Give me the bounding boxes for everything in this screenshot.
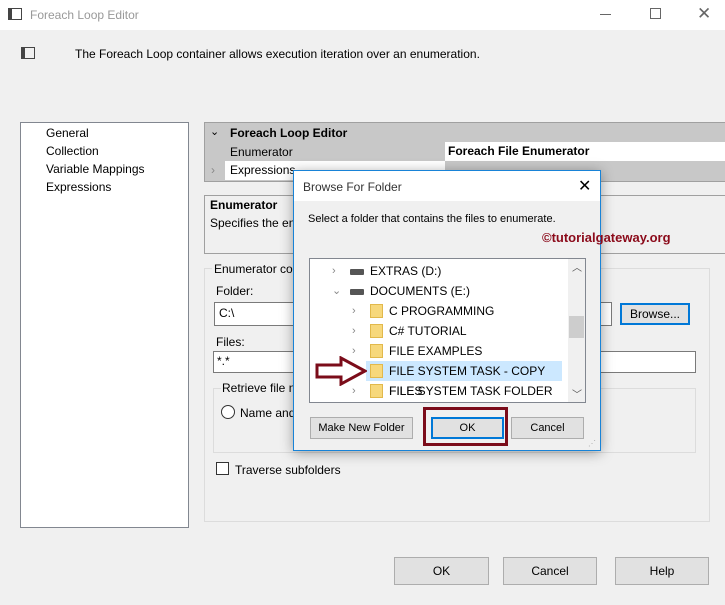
- chevron-right-icon: ›: [352, 325, 356, 337]
- dialog-prompt: Select a folder that contains the files …: [308, 213, 556, 225]
- drive-icon: [350, 289, 364, 295]
- tree-label: DOCUMENTS (E:): [370, 284, 470, 298]
- dialog-close-icon[interactable]: ✕: [578, 176, 591, 196]
- ok-highlight-box: [423, 407, 508, 446]
- pointer-arrow-icon: [315, 356, 367, 386]
- chevron-right-icon: ›: [332, 265, 336, 277]
- sidebar-item-variable-mappings[interactable]: Variable Mappings: [46, 162, 145, 176]
- tree-item-extras[interactable]: › EXTRAS (D:): [310, 261, 566, 281]
- folder-icon: [370, 364, 383, 378]
- dialog-cancel-button[interactable]: Cancel: [511, 417, 584, 439]
- tree-label: C# TUTORIAL: [389, 324, 467, 338]
- tree-item-c-programming[interactable]: › C PROGRAMMING: [310, 301, 566, 321]
- scroll-down-icon[interactable]: ﹀: [572, 386, 582, 401]
- files-label: Files:: [216, 335, 245, 349]
- resize-grip-icon[interactable]: ⋰: [588, 439, 596, 448]
- sidebar-item-collection[interactable]: Collection: [46, 144, 99, 158]
- tree-label: FILE EXAMPLES: [389, 344, 483, 358]
- watermark: ©tutorialgateway.org: [542, 230, 671, 245]
- tree-item-c-sharp-tutorial[interactable]: › C# TUTORIAL: [310, 321, 566, 341]
- chevron-down-icon: ⌄: [332, 285, 342, 297]
- tree-label: C PROGRAMMING: [389, 304, 495, 318]
- retrieve-label: Retrieve file n: [221, 381, 297, 395]
- tree-label: EXTRAS (D:): [370, 264, 442, 278]
- help-title: Enumerator: [210, 198, 278, 212]
- dialog-title-bar: Browse For Folder ✕: [294, 171, 600, 201]
- collapse-icon[interactable]: ⌄: [210, 125, 219, 138]
- grid-header: Foreach Loop Editor: [230, 126, 348, 140]
- ok-button[interactable]: OK: [394, 557, 489, 585]
- scroll-up-icon[interactable]: ︿: [572, 259, 582, 274]
- property-name-enumerator: Enumerator: [230, 145, 293, 159]
- tree-item-documents[interactable]: ⌄ DOCUMENTS (E:): [310, 281, 566, 301]
- scroll-thumb[interactable]: [569, 316, 584, 338]
- chevron-right-icon: ›: [352, 305, 356, 317]
- radio-label: Name and: [240, 406, 296, 420]
- folder-label: Folder:: [216, 284, 254, 298]
- traverse-checkbox[interactable]: [216, 462, 229, 475]
- tree-label: FILE SYSTEM TASK FOLDER: [389, 384, 553, 398]
- help-button[interactable]: Help: [615, 557, 709, 585]
- traverse-label: Traverse subfolders: [235, 463, 341, 477]
- help-text: Specifies the en: [210, 216, 296, 230]
- app-icon: [8, 8, 22, 20]
- folder-icon: [370, 324, 383, 338]
- title-bar: Foreach Loop Editor ✕: [0, 0, 725, 30]
- folder-icon: [370, 344, 383, 358]
- close-button[interactable]: ✕: [697, 4, 711, 24]
- property-value-enumerator[interactable]: Foreach File Enumerator: [445, 142, 725, 161]
- maximize-button[interactable]: [650, 8, 661, 19]
- name-radio[interactable]: [221, 405, 235, 419]
- group-label: Enumerator co: [212, 262, 295, 276]
- folder-icon: [370, 304, 383, 318]
- sidebar-item-expressions[interactable]: Expressions: [46, 180, 111, 194]
- minimize-button[interactable]: [600, 14, 611, 15]
- expand-icon[interactable]: ›: [211, 163, 215, 177]
- sidebar: General Collection Variable Mappings Exp…: [20, 122, 189, 528]
- browse-button[interactable]: Browse...: [620, 303, 690, 325]
- folder-icon: [370, 384, 383, 398]
- container-icon: [21, 47, 35, 59]
- tree-scrollbar[interactable]: ︿ ﹀: [568, 259, 585, 402]
- window-title: Foreach Loop Editor: [30, 8, 139, 22]
- cancel-button[interactable]: Cancel: [503, 557, 597, 585]
- make-new-folder-button[interactable]: Make New Folder: [310, 417, 413, 439]
- drive-icon: [350, 269, 364, 275]
- dialog-title: Browse For Folder: [303, 180, 402, 194]
- sidebar-item-general[interactable]: General: [46, 126, 89, 140]
- description-text: The Foreach Loop container allows execut…: [75, 47, 480, 61]
